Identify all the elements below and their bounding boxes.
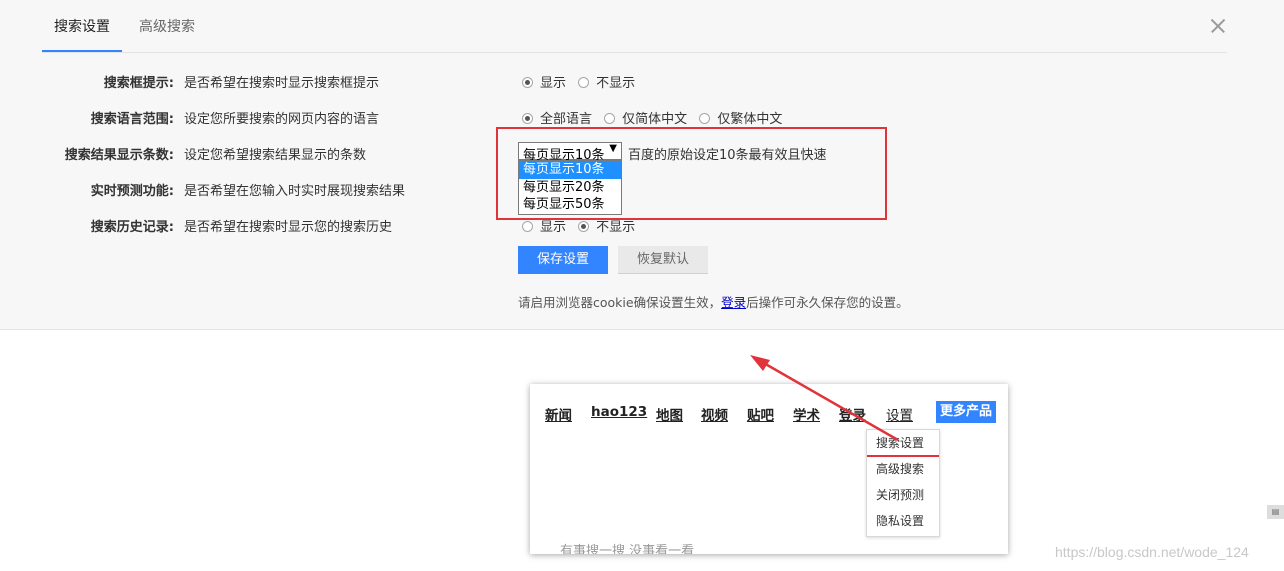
- setting-desc-history: 是否希望在搜索时显示您的搜索历史: [184, 220, 393, 235]
- setting-desc-prediction: 是否希望在您输入时实时展现搜索结果: [184, 184, 406, 199]
- setting-options-history: 显示 不显示: [522, 216, 643, 235]
- note-text: 请启用浏览器cookie确保设置生效，: [518, 295, 722, 310]
- radio-history-hide[interactable]: 不显示: [578, 216, 635, 235]
- radio-checked-icon[interactable]: [522, 113, 533, 124]
- radio-label: 显示: [540, 76, 567, 91]
- login-link[interactable]: 登录: [721, 295, 746, 310]
- nav-xueshu[interactable]: 学术: [793, 404, 820, 424]
- setting-options-language: 全部语言 仅简体中文 仅繁体中文: [522, 108, 790, 127]
- settings-submenu: 搜索设置 高级搜索 关闭预测 隐私设置: [866, 429, 940, 537]
- settings-panel: 搜索设置 高级搜索 搜索框提示: 是否希望在搜索时显示搜索框提示 显示 不显示 …: [0, 0, 1284, 330]
- radio-language-traditional[interactable]: 仅繁体中文: [699, 108, 782, 127]
- radio-language-simplified[interactable]: 仅简体中文: [604, 108, 687, 127]
- radio-suggest-show[interactable]: 显示: [522, 72, 566, 91]
- dropdown-option[interactable]: 每页显示20条: [519, 179, 621, 197]
- more-products-button[interactable]: 更多产品: [936, 401, 996, 423]
- tab-advanced-search[interactable]: 高级搜索: [139, 16, 195, 36]
- setting-label-results-count: 搜索结果显示条数:: [64, 148, 174, 163]
- close-icon[interactable]: [1208, 16, 1228, 36]
- dropdown-option[interactable]: 每页显示10条: [519, 161, 621, 179]
- baidu-nav-inset: 新闻 hao123 地图 视频 贴吧 学术 登录 设置 更多产品 搜索设置 高级…: [530, 384, 1008, 554]
- nav-news[interactable]: 新闻: [545, 404, 572, 424]
- radio-label: 全部语言: [540, 112, 593, 127]
- dropdown-option[interactable]: 每页显示50条: [519, 196, 621, 214]
- radio-checked-icon[interactable]: [522, 77, 533, 88]
- arrow-head-icon: [750, 355, 770, 371]
- save-settings-button[interactable]: 保存设置: [518, 246, 608, 274]
- nav-tieba[interactable]: 贴吧: [747, 404, 774, 424]
- submenu-privacy-settings[interactable]: 隐私设置: [867, 508, 939, 534]
- nav-map[interactable]: 地图: [656, 404, 683, 424]
- tab-bar: 搜索设置 高级搜索: [42, 0, 1227, 53]
- radio-unchecked-icon[interactable]: [578, 77, 590, 88]
- radio-checked-icon[interactable]: [578, 221, 590, 232]
- submenu-close-prediction[interactable]: 关闭预测: [867, 482, 939, 508]
- radio-label: 不显示: [596, 220, 636, 235]
- nav-hao123[interactable]: hao123: [591, 404, 647, 420]
- dropdown-arrow-icon[interactable]: ▼: [609, 143, 617, 154]
- tab-search-settings[interactable]: 搜索设置: [42, 16, 122, 52]
- results-count-hint: 百度的原始设定10条最有效且快速: [628, 148, 827, 163]
- restore-default-button[interactable]: 恢复默认: [618, 246, 708, 274]
- note-text: 后操作可永久保存您的设置。: [746, 295, 909, 310]
- cookie-note: 请启用浏览器cookie确保设置生效，登录后操作可永久保存您的设置。: [518, 292, 909, 311]
- ghost-slogan: 有事搜一搜 没事看一看: [560, 544, 695, 554]
- radio-label: 不显示: [596, 76, 636, 91]
- red-underline: [867, 455, 939, 457]
- setting-desc-suggest: 是否希望在搜索时显示搜索框提示: [184, 76, 380, 91]
- radio-label: 仅繁体中文: [717, 112, 783, 127]
- radio-unchecked-icon[interactable]: [604, 113, 616, 124]
- nav-login[interactable]: 登录: [839, 404, 866, 424]
- radio-label: 显示: [540, 220, 567, 235]
- results-count-dropdown: 每页显示10条 每页显示20条 每页显示50条: [518, 160, 622, 215]
- nav-settings[interactable]: 设置: [886, 404, 913, 424]
- radio-suggest-hide[interactable]: 不显示: [578, 72, 635, 91]
- submenu-search-settings[interactable]: 搜索设置: [867, 430, 939, 456]
- watermark: https://blog.csdn.net/wode_124: [1055, 544, 1249, 560]
- setting-label-history: 搜索历史记录:: [90, 220, 174, 235]
- nav-video[interactable]: 视频: [701, 404, 728, 424]
- results-count-select[interactable]: 每页显示10条 ▼: [518, 142, 622, 163]
- setting-desc-language: 设定您所要搜索的网页内容的语言: [184, 112, 380, 127]
- side-widget-icon[interactable]: ▤: [1267, 505, 1284, 519]
- submenu-advanced-search[interactable]: 高级搜索: [867, 456, 939, 482]
- setting-label-language: 搜索语言范围:: [90, 112, 174, 127]
- setting-label-suggest: 搜索框提示:: [103, 76, 174, 91]
- setting-desc-results-count: 设定您希望搜索结果显示的条数: [184, 148, 367, 163]
- radio-label: 仅简体中文: [622, 112, 688, 127]
- radio-language-all[interactable]: 全部语言: [522, 108, 592, 127]
- radio-unchecked-icon[interactable]: [699, 113, 711, 124]
- setting-label-prediction: 实时预测功能:: [90, 184, 174, 199]
- radio-unchecked-icon[interactable]: [522, 221, 533, 232]
- radio-history-show[interactable]: 显示: [522, 216, 566, 235]
- setting-options-suggest: 显示 不显示: [522, 72, 643, 91]
